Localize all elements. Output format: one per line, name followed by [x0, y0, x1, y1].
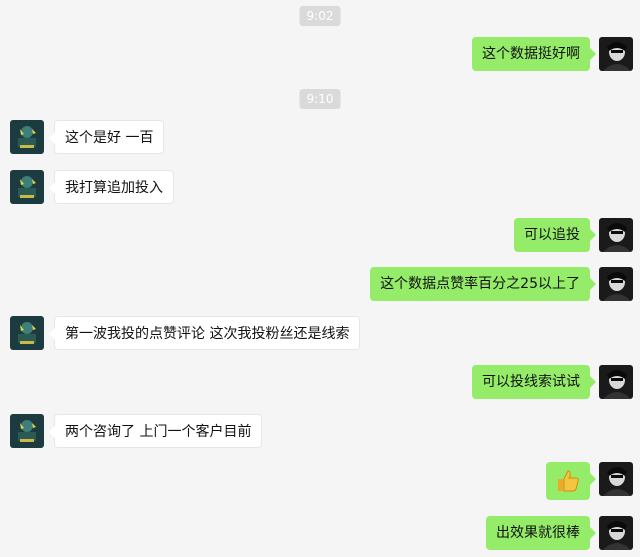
timestamp: 9:10	[299, 89, 341, 109]
self-avatar[interactable]	[599, 516, 633, 550]
contact-avatar[interactable]	[10, 316, 44, 350]
message-bubble-outgoing[interactable]: 可以投线索试试	[472, 365, 596, 399]
contact-avatar[interactable]	[10, 120, 44, 154]
contact-avatar[interactable]	[10, 414, 44, 448]
message-bubble-outgoing[interactable]: 可以追投	[514, 218, 596, 252]
message-bubble-incoming[interactable]: 两个咨询了 上门一个客户目前	[48, 414, 263, 448]
self-avatar[interactable]	[599, 37, 633, 71]
self-avatar[interactable]	[599, 218, 633, 252]
thumbs-up-icon	[558, 470, 579, 492]
contact-avatar[interactable]	[10, 170, 44, 204]
message-bubble-incoming[interactable]: 第一波我投的点赞评论 这次我投粉丝还是线索	[48, 316, 361, 350]
message-bubble-outgoing[interactable]: 出效果就很棒	[486, 516, 596, 550]
self-avatar[interactable]	[599, 267, 633, 301]
self-avatar[interactable]	[599, 462, 633, 496]
message-bubble-outgoing[interactable]: 这个数据点赞率百分之25以上了	[370, 267, 596, 301]
timestamp: 9:02	[299, 6, 341, 26]
message-bubble-outgoing[interactable]	[546, 462, 596, 500]
message-bubble-incoming[interactable]: 这个是好 一百	[48, 120, 165, 154]
self-avatar[interactable]	[599, 365, 633, 399]
chat-history[interactable]: 9:02 这个数据挺好啊 9:10 这个是好 一百 我打算追加投入 可以追投 这…	[0, 0, 640, 557]
message-bubble-outgoing[interactable]: 这个数据挺好啊	[472, 37, 596, 71]
message-bubble-incoming[interactable]: 我打算追加投入	[49, 170, 174, 204]
